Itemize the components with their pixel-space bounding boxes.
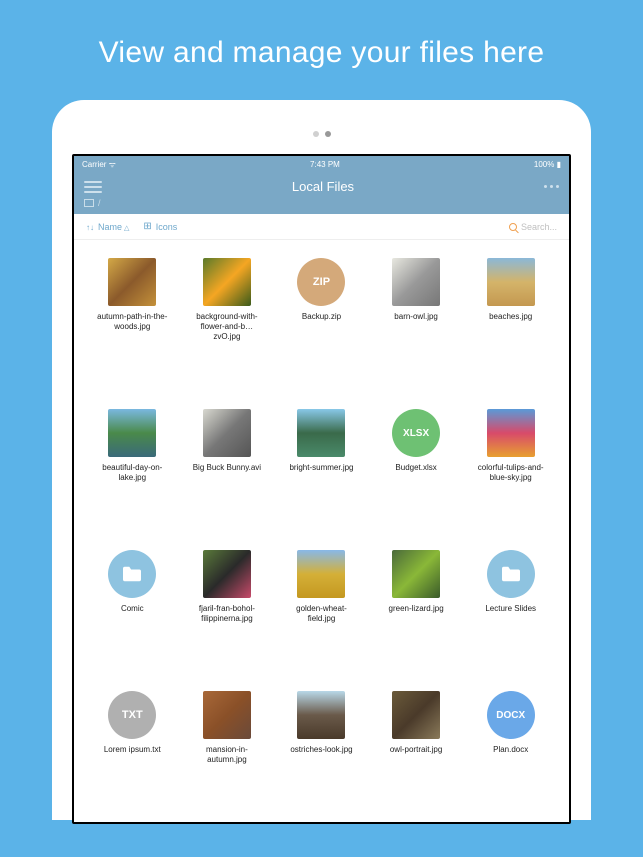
page-title: Local Files [292,179,354,194]
view-mode-button[interactable]: Icons [143,221,177,232]
search-button[interactable]: Search... [509,222,557,232]
file-item[interactable]: mansion-in-autumn.jpg [183,691,272,804]
file-item[interactable]: colorful-tulips-and-blue-sky.jpg [466,409,555,522]
status-bar: Carrier ᯤ 7:43 PM 100% ▮ [74,156,569,173]
clock-label: 7:43 PM [310,160,340,169]
file-name: mansion-in-autumn.jpg [190,745,264,765]
image-thumbnail [203,691,251,739]
file-item[interactable]: Big Buck Bunny.avi [183,409,272,522]
file-item[interactable]: ZIP Backup.zip [277,258,366,381]
file-name: Comic [121,604,144,614]
folder-icon [108,550,156,598]
battery-label: 100% ▮ [534,160,561,169]
file-item[interactable]: background-with-flower-and-b…zvO.jpg [183,258,272,381]
carrier-label: Carrier ᯤ [82,159,116,170]
file-name: bright-summer.jpg [289,463,353,473]
docx-icon: DOCX [487,691,535,739]
file-name: Lecture Slides [485,604,536,614]
file-item[interactable]: golden-wheat-field.jpg [277,550,366,663]
file-item[interactable]: green-lizard.jpg [372,550,461,663]
image-thumbnail [297,691,345,739]
file-item[interactable]: Comic [88,550,177,663]
file-item[interactable]: bright-summer.jpg [277,409,366,522]
file-grid: autumn-path-in-the-woods.jpg background-w… [74,240,569,822]
breadcrumb[interactable]: / [74,198,569,214]
file-name: Budget.xlsx [395,463,436,473]
device-frame: Carrier ᯤ 7:43 PM 100% ▮ Local Files / N… [52,100,591,820]
file-name: beautiful-day-on-lake.jpg [95,463,169,483]
image-thumbnail [203,550,251,598]
search-icon [509,223,517,231]
menu-button[interactable] [84,181,102,193]
image-thumbnail [108,258,156,306]
image-thumbnail [297,550,345,598]
app-screen: Carrier ᯤ 7:43 PM 100% ▮ Local Files / N… [72,154,571,824]
image-thumbnail [203,258,251,306]
file-name: owl-portrait.jpg [390,745,442,755]
file-name: Big Buck Bunny.avi [193,463,261,473]
image-thumbnail [203,409,251,457]
file-name: fjaril-fran-bohol-filippinerna.jpg [190,604,264,624]
file-name: colorful-tulips-and-blue-sky.jpg [474,463,548,483]
file-item[interactable]: XLSX Budget.xlsx [372,409,461,522]
file-item[interactable]: autumn-path-in-the-woods.jpg [88,258,177,381]
image-thumbnail [392,258,440,306]
grid-icon [143,221,151,232]
file-name: barn-owl.jpg [394,312,438,322]
image-thumbnail [392,550,440,598]
file-item[interactable]: TXT Lorem ipsum.txt [88,691,177,804]
sort-icon [86,222,94,232]
image-thumbnail [297,409,345,457]
file-item[interactable]: owl-portrait.jpg [372,691,461,804]
file-name: beaches.jpg [489,312,532,322]
file-name: background-with-flower-and-b…zvO.jpg [190,312,264,342]
device-icon [84,199,94,207]
file-item[interactable]: ostriches-look.jpg [277,691,366,804]
image-thumbnail [487,258,535,306]
image-thumbnail [108,409,156,457]
zip-icon: ZIP [297,258,345,306]
sort-button[interactable]: Name [86,222,129,232]
file-name: golden-wheat-field.jpg [284,604,358,624]
file-item[interactable]: DOCX Plan.docx [466,691,555,804]
view-label: Icons [156,222,178,232]
txt-icon: TXT [108,691,156,739]
search-placeholder: Search... [521,222,557,232]
file-item[interactable]: beautiful-day-on-lake.jpg [88,409,177,522]
toolbar: Name Icons Search... [74,214,569,240]
sort-label: Name [98,222,129,232]
file-item[interactable]: beaches.jpg [466,258,555,381]
more-button[interactable] [544,185,559,188]
file-name: ostriches-look.jpg [290,745,352,755]
xlsx-icon: XLSX [392,409,440,457]
file-item[interactable]: barn-owl.jpg [372,258,461,381]
promo-heading: View and manage your files here [0,0,643,100]
page-indicator [72,124,571,142]
file-item[interactable]: Lecture Slides [466,550,555,663]
app-header: Local Files [74,173,569,198]
file-item[interactable]: fjaril-fran-bohol-filippinerna.jpg [183,550,272,663]
folder-icon [487,550,535,598]
file-name: green-lizard.jpg [389,604,444,614]
image-thumbnail [392,691,440,739]
file-name: Lorem ipsum.txt [104,745,161,755]
breadcrumb-path: / [98,198,101,208]
image-thumbnail [487,409,535,457]
file-name: Backup.zip [302,312,341,322]
file-name: autumn-path-in-the-woods.jpg [95,312,169,332]
file-name: Plan.docx [493,745,528,755]
